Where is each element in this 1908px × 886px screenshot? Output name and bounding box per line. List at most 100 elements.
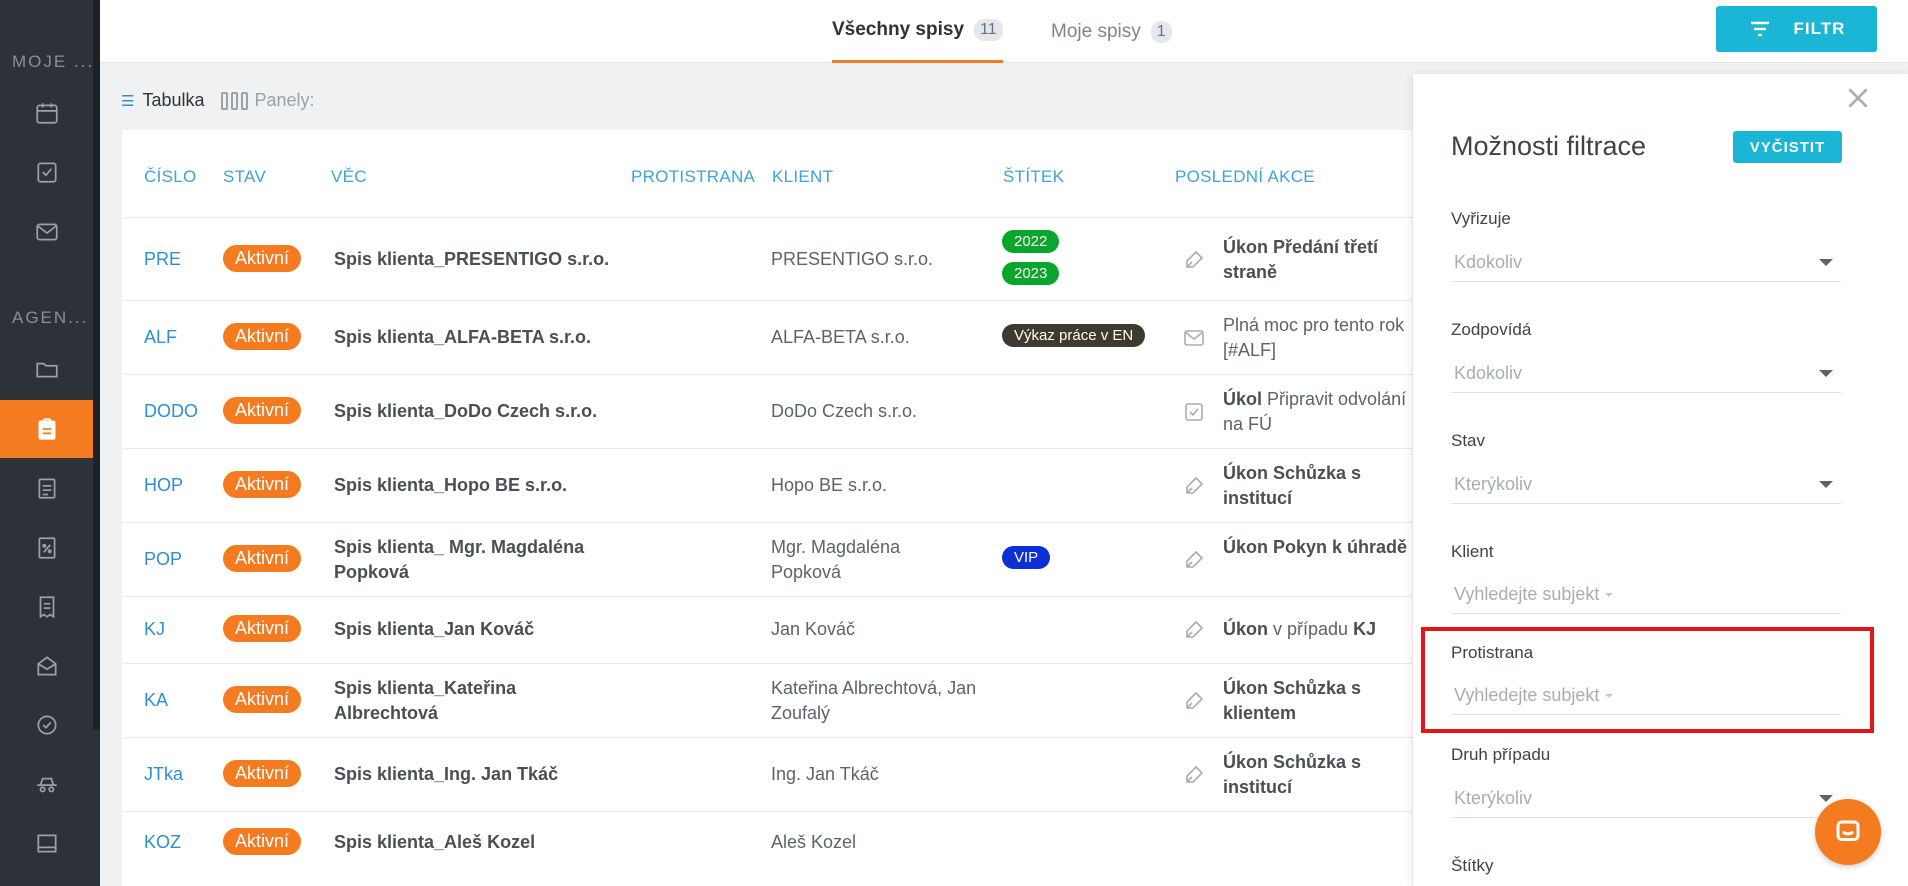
filter-select-zodpovida[interactable]: Kdokoliv <box>1451 355 1841 393</box>
last-action-title: Úkon Schůzka s institucí <box>1223 752 1362 797</box>
case-subject[interactable]: Spis klienta_Kateřina Albrechtová <box>334 676 554 726</box>
view-switch: ☰ Tabulka Panely: <box>121 90 315 111</box>
tab-label: Moje spisy <box>1051 20 1141 42</box>
case-number[interactable]: POP <box>144 547 182 572</box>
table-row[interactable]: KJ Aktivní Spis klienta_Jan Kováč Jan Ko… <box>122 596 1412 663</box>
last-action[interactable]: Úkon v případu KJ <box>1223 617 1423 642</box>
input-placeholder: Vyhledejte subjekt <box>1454 584 1600 604</box>
case-subject[interactable]: Spis klienta_Jan Kováč <box>334 617 624 642</box>
filter-label-stitky: Štítky <box>1451 856 1494 875</box>
case-subject[interactable]: Spis klienta_DoDo Czech s.r.o. <box>334 399 624 424</box>
filter-select-druh-pripadu[interactable]: Kterýkoliv <box>1451 780 1841 818</box>
client-name[interactable]: PRESENTIGO s.r.o. <box>771 247 981 272</box>
action-pen-icon <box>1186 250 1204 268</box>
last-action[interactable]: Úkon Schůzka s institucí <box>1223 750 1423 800</box>
last-action[interactable]: Úkon Předání třetí straně <box>1223 235 1423 285</box>
case-number[interactable]: KOZ <box>144 830 181 855</box>
column-header-stitek[interactable]: ŠTÍTEK <box>1003 167 1064 187</box>
last-action[interactable]: Úkon Pokyn k úhradě <box>1223 535 1423 560</box>
table-row[interactable]: KA Aktivní Spis klienta_Kateřina Albrech… <box>122 663 1412 737</box>
view-table-toggle[interactable]: Tabulka <box>142 90 204 111</box>
case-number[interactable]: KA <box>144 688 168 713</box>
last-action[interactable]: Úkon Schůzka s institucí <box>1223 461 1423 511</box>
column-header-cislo[interactable]: ČÍSLO <box>144 167 197 187</box>
last-action[interactable]: Úkon Schůzka s klientem <box>1223 676 1423 726</box>
status-badge: Aktivní <box>223 323 302 350</box>
status-badge: Aktivní <box>223 545 302 572</box>
case-subject[interactable]: Spis klienta_Ing. Jan Tkáč <box>334 762 624 787</box>
client-name[interactable]: ALFA-BETA s.r.o. <box>771 325 981 350</box>
filter-input-klient[interactable]: Vyhledejte subjekt <box>1451 576 1841 614</box>
last-action[interactable]: Úkol Připravit odvolání na FÚ <box>1223 387 1423 437</box>
sidebar-section-agenda: AGEN... <box>12 308 89 327</box>
case-subject[interactable]: Spis klienta_PRESENTIGO s.r.o. <box>334 247 624 272</box>
settings-badge-icon[interactable] <box>0 696 93 754</box>
table-row[interactable]: JTka Aktivní Spis klienta_Ing. Jan Tkáč … <box>122 737 1412 811</box>
table-row[interactable]: HOP Aktivní Spis klienta_Hopo BE s.r.o. … <box>122 448 1412 522</box>
tag-badge: Výkaz práce v EN <box>1002 324 1146 347</box>
case-number[interactable]: JTka <box>144 762 183 787</box>
column-header-stav[interactable]: STAV <box>223 167 266 187</box>
invoice-icon[interactable] <box>0 578 93 636</box>
client-name[interactable]: Aleš Kozel <box>771 830 981 855</box>
case-number[interactable]: ALF <box>144 325 177 350</box>
filter-label-klient: Klient <box>1451 542 1494 561</box>
columns-icon[interactable] <box>220 91 249 110</box>
column-header-posledni-akce[interactable]: POSLEDNÍ AKCE <box>1175 167 1315 187</box>
calendar-icon[interactable] <box>0 84 93 142</box>
case-number[interactable]: DODO <box>144 399 198 424</box>
filter-label-druh-pripadu: Druh případu <box>1451 745 1551 764</box>
task-check-icon[interactable] <box>0 143 93 201</box>
tag-badge: 2023 <box>1002 262 1060 285</box>
case-number[interactable]: HOP <box>144 473 183 498</box>
tab-vsechny-spisy[interactable]: Všechny spisy 11 <box>832 0 1003 63</box>
table-row[interactable]: ALF Aktivní Spis klienta_ALFA-BETA s.r.o… <box>122 300 1412 374</box>
table-row[interactable]: PRE Aktivní Spis klienta_PRESENTIGO s.r.… <box>122 217 1412 300</box>
clipboard-icon[interactable] <box>0 400 93 458</box>
case-number[interactable]: PRE <box>144 247 181 272</box>
last-action-title: Úkon Schůzka s institucí <box>1223 463 1362 508</box>
client-name[interactable]: DoDo Czech s.r.o. <box>771 399 981 424</box>
column-header-vec[interactable]: VĚC <box>331 167 367 187</box>
close-icon[interactable] <box>1845 85 1871 111</box>
action-pen-icon <box>1186 550 1204 568</box>
last-action[interactable]: Plná moc pro tento rok [#ALF] <box>1223 313 1423 363</box>
case-number[interactable]: KJ <box>144 617 165 642</box>
last-action-case: KJ <box>1353 619 1377 639</box>
table-row[interactable]: POP Aktivní Spis klienta_ Mgr. Magdaléna… <box>122 522 1412 596</box>
column-header-klient[interactable]: KLIENT <box>772 167 833 187</box>
table-row[interactable]: KOZ Aktivní Spis klienta_Aleš Kozel Aleš… <box>122 811 1412 886</box>
filter-button[interactable]: FILTR <box>1716 6 1877 52</box>
clear-filters-button[interactable]: VYČISTIT <box>1733 131 1842 163</box>
sidebar-scrollbar[interactable] <box>93 0 100 730</box>
case-subject[interactable]: Spis klienta_Hopo BE s.r.o. <box>334 473 624 498</box>
filter-select-stav[interactable]: Kterýkoliv <box>1451 466 1841 504</box>
table-row[interactable]: DODO Aktivní Spis klienta_DoDo Czech s.r… <box>122 374 1412 448</box>
tab-moje-spisy[interactable]: Moje spisy 1 <box>1051 0 1172 63</box>
client-name[interactable]: Hopo BE s.r.o. <box>771 473 981 498</box>
mail-icon <box>1184 330 1204 346</box>
case-subject[interactable]: Spis klienta_ Mgr. Magdaléna Popková <box>334 535 624 585</box>
view-panels-toggle[interactable]: Panely: <box>255 90 315 111</box>
caret-down-icon <box>1819 481 1833 488</box>
tab-count: 11 <box>974 19 1003 41</box>
incognito-icon[interactable] <box>0 755 93 813</box>
document-list-icon[interactable] <box>0 459 93 517</box>
book-icon[interactable] <box>0 814 93 872</box>
percent-document-icon[interactable] <box>0 519 93 577</box>
client-name[interactable]: Jan Kováč <box>771 617 981 642</box>
inbox-mail-icon[interactable] <box>0 637 93 695</box>
folder-icon[interactable] <box>0 340 93 398</box>
filter-select-vyrizuje[interactable]: Kdokoliv <box>1451 244 1841 282</box>
client-name[interactable]: Kateřina Albrechtová, Jan Zoufalý <box>771 676 981 726</box>
client-name[interactable]: Ing. Jan Tkáč <box>771 762 981 787</box>
column-header-protistrana[interactable]: PROTISTRANA <box>631 167 755 187</box>
case-subject[interactable]: Spis klienta_ALFA-BETA s.r.o. <box>334 325 624 350</box>
chat-button[interactable] <box>1815 799 1881 865</box>
case-subject[interactable]: Spis klienta_Aleš Kozel <box>334 830 624 855</box>
client-name[interactable]: Mgr. Magdaléna Popková <box>771 535 931 585</box>
tab-label: Všechny spisy <box>832 19 965 40</box>
action-pen-icon <box>1186 620 1204 638</box>
last-action-text: v případu <box>1268 619 1354 639</box>
mail-icon[interactable] <box>0 203 93 261</box>
